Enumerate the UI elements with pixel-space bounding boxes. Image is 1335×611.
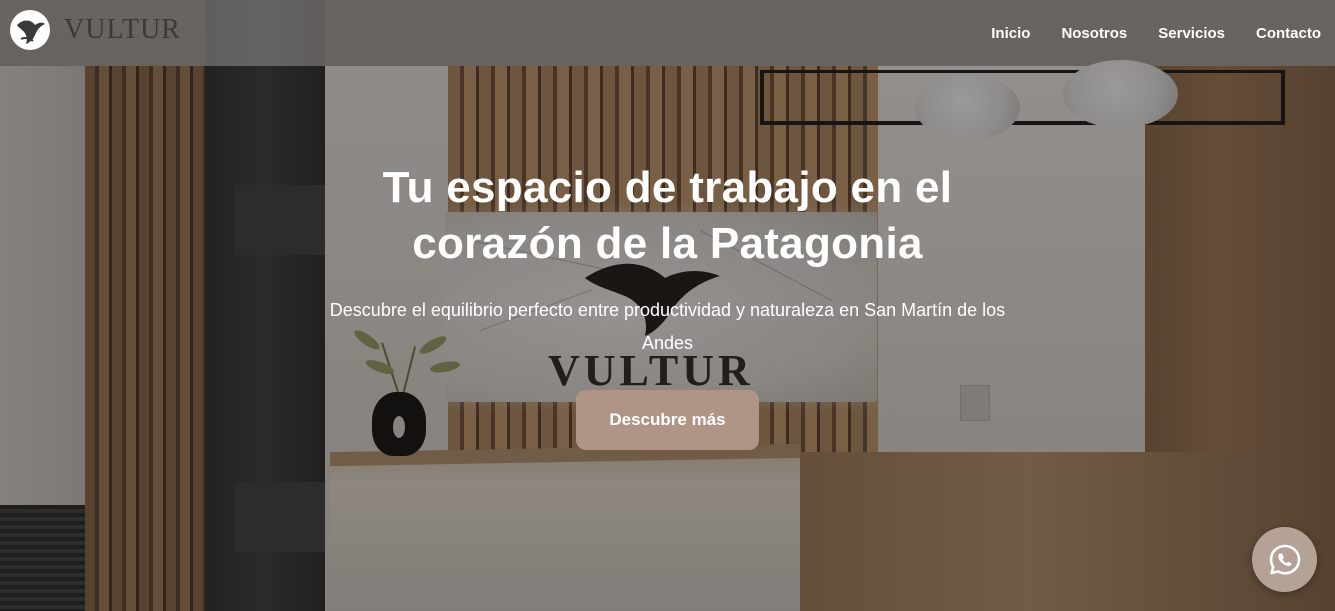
main-nav: Inicio Nosotros Servicios Contacto — [960, 0, 1321, 66]
brand-name: VULTUR — [64, 14, 181, 45]
nav-link-inicio[interactable]: Inicio — [991, 25, 1030, 42]
hero-content: Tu espacio de trabajo en el corazón de l… — [0, 160, 1335, 450]
nav-link-contacto[interactable]: Contacto — [1256, 25, 1321, 42]
whatsapp-button[interactable] — [1252, 527, 1317, 592]
hero-subtitle: Descubre el equilibrio perfecto entre pr… — [329, 300, 1006, 353]
whatsapp-icon — [1269, 544, 1300, 575]
discover-more-button[interactable]: Descubre más — [576, 390, 759, 450]
brand-home-link[interactable]: VULTUR — [10, 10, 181, 50]
hero-title: Tu espacio de trabajo en el corazón de l… — [382, 163, 953, 268]
site-navbar: VULTUR Inicio Nosotros Servicios Contact… — [0, 0, 1335, 66]
nav-link-servicios[interactable]: Servicios — [1158, 25, 1225, 42]
nav-link-nosotros[interactable]: Nosotros — [1061, 25, 1127, 42]
vulture-bird-icon — [10, 10, 50, 50]
